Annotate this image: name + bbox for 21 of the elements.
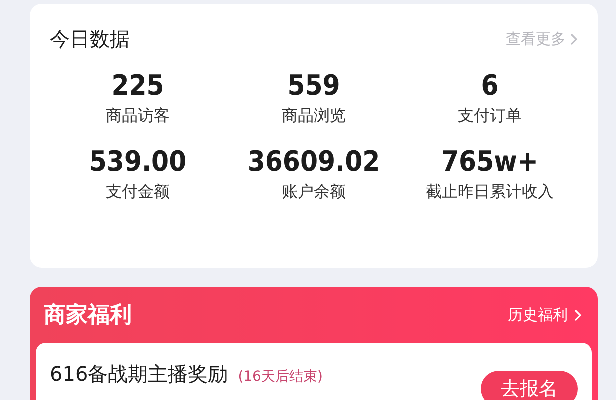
stat-value: 36609.02: [248, 145, 380, 178]
chevron-right-icon: [574, 308, 582, 322]
stat-value: 6: [481, 69, 499, 102]
stat-value: 765w+: [442, 145, 538, 178]
stat-label: 支付金额: [106, 182, 170, 203]
stat-label: 截止昨日累计收入: [426, 182, 554, 203]
task-title: 616备战期主播奖励: [50, 361, 228, 388]
stat-value: 559: [288, 69, 340, 102]
view-more-link[interactable]: 查看更多: [506, 30, 578, 49]
chevron-right-icon: [570, 33, 578, 46]
stat-label: 支付订单: [458, 106, 522, 127]
section-title: 商家福利: [44, 302, 132, 330]
sign-up-button[interactable]: 去报名: [481, 371, 578, 400]
stat-value: 539.00: [89, 145, 187, 178]
countdown-text: (16天后结束): [238, 368, 323, 386]
section-title: 今日数据: [50, 26, 130, 53]
stat-label: 商品访客: [106, 106, 170, 127]
stat-value: 225: [112, 69, 164, 102]
stat-label: 商品浏览: [282, 106, 346, 127]
history-benefits-link[interactable]: 历史福利: [508, 306, 582, 324]
stat-label: 账户余额: [282, 182, 346, 203]
